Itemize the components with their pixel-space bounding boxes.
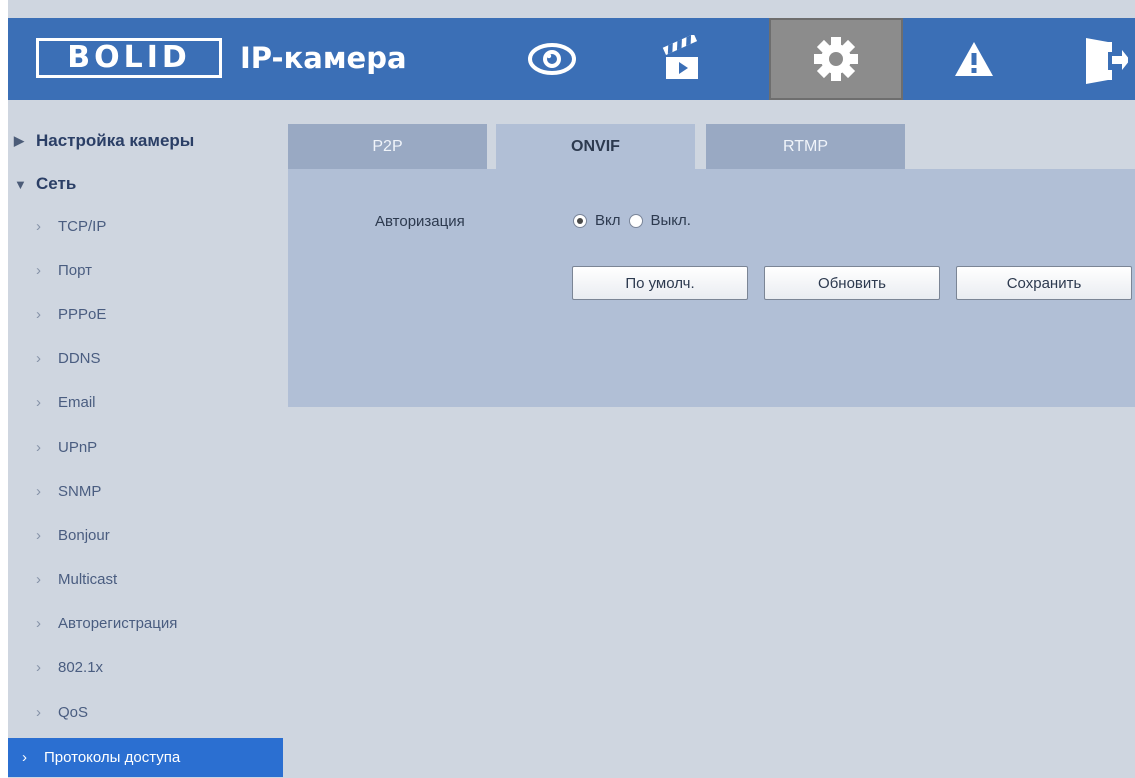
chevron-right-icon: › <box>36 571 41 589</box>
save-button[interactable]: Сохранить <box>956 266 1132 300</box>
sidebar-item-label: Авторегистрация <box>58 615 178 633</box>
app-frame: BOLID IP-камера ▶ Настройка камеры ▼ Сет… <box>8 0 1135 778</box>
gear-icon <box>814 37 858 81</box>
chevron-right-icon: › <box>22 749 27 767</box>
chevron-right-icon: › <box>36 305 41 323</box>
sidebar-item-qos[interactable]: › QoS <box>8 690 283 734</box>
tab-onvif[interactable]: ONVIF <box>496 124 695 169</box>
sidebar-group-camera-settings[interactable]: ▶ Настройка камеры <box>8 118 283 164</box>
collapsed-triangle-icon: ▶ <box>14 133 24 148</box>
nav-logout[interactable] <box>1078 18 1135 100</box>
sidebar-item-label: 802.1x <box>58 659 104 677</box>
chevron-right-icon: › <box>36 261 41 279</box>
chevron-right-icon: › <box>36 703 41 721</box>
chevron-right-icon: › <box>36 394 41 412</box>
eye-icon <box>528 43 576 75</box>
sidebar-item-tcpip[interactable]: › TCP/IP <box>8 204 283 248</box>
sidebar-group-label: Настройка камеры <box>36 131 195 150</box>
sidebar-item-8021x[interactable]: › 802.1x <box>8 646 283 690</box>
onvif-settings-panel: Авторизация Вкл Выкл. По умолч. Обновить… <box>288 169 1135 407</box>
sidebar-item-ddns[interactable]: › DDNS <box>8 337 283 381</box>
top-bar: BOLID IP-камера <box>8 0 1135 100</box>
radio-on[interactable] <box>573 213 587 228</box>
sidebar-item-label: Протоколы доступа <box>44 749 181 767</box>
sidebar-item-label: UPnP <box>58 438 98 456</box>
sidebar-item-label: Multicast <box>58 571 118 589</box>
authorization-label: Авторизация <box>375 213 465 230</box>
tab-rtmp[interactable]: RTMP <box>706 124 905 169</box>
sidebar-item-label: DDNS <box>58 350 101 368</box>
sidebar-group-label: Сеть <box>36 174 77 193</box>
chevron-right-icon: › <box>36 350 41 368</box>
sidebar-item-bonjour[interactable]: › Bonjour <box>8 513 283 557</box>
sidebar-item-label: QoS <box>58 703 89 721</box>
nav-playback[interactable] <box>638 18 726 100</box>
chevron-right-icon: › <box>36 526 41 544</box>
chevron-right-icon: › <box>36 217 41 235</box>
chevron-right-icon: › <box>36 482 41 500</box>
exit-door-icon <box>1086 38 1128 84</box>
sidebar-item-email[interactable]: › Email <box>8 381 283 425</box>
sidebar-item-snmp[interactable]: › SNMP <box>8 469 283 513</box>
clapperboard-icon <box>662 35 698 79</box>
sidebar-item-label: Порт <box>58 261 93 279</box>
nav-alarm[interactable] <box>930 18 1018 100</box>
refresh-button[interactable]: Обновить <box>764 266 940 300</box>
sidebar: ▶ Настройка камеры ▼ Сеть › TCP/IP › Пор… <box>8 118 283 778</box>
default-button[interactable]: По умолч. <box>572 266 748 300</box>
sidebar-item-multicast[interactable]: › Multicast <box>8 558 283 602</box>
logo-text: BOLID <box>39 41 219 75</box>
sidebar-item-label: Email <box>58 394 96 412</box>
sidebar-item-auto-registration[interactable]: › Авторегистрация <box>8 602 283 646</box>
radio-off-label[interactable]: Выкл. <box>651 212 691 229</box>
authorization-radio-group: Вкл Выкл. <box>573 212 699 229</box>
sidebar-item-label: Bonjour <box>58 526 110 544</box>
expanded-triangle-icon: ▼ <box>14 176 27 192</box>
sidebar-item-access-protocols[interactable]: › Протоколы доступа <box>8 738 283 778</box>
chevron-right-icon: › <box>36 659 41 677</box>
sidebar-item-label: SNMP <box>58 482 102 500</box>
chevron-right-icon: › <box>36 438 41 456</box>
nav-settings[interactable] <box>769 18 903 100</box>
product-title: IP-камера <box>240 41 407 75</box>
nav-live-view[interactable] <box>508 18 596 100</box>
sidebar-item-label: TCP/IP <box>58 217 107 235</box>
sidebar-item-pppoe[interactable]: › PPPoE <box>8 292 283 336</box>
bolid-logo: BOLID <box>36 38 222 78</box>
chevron-right-icon: › <box>36 615 41 633</box>
radio-on-label[interactable]: Вкл <box>595 212 621 229</box>
sidebar-item-port[interactable]: › Порт <box>8 248 283 292</box>
sidebar-item-label: PPPoE <box>58 305 107 323</box>
warning-icon <box>955 42 993 76</box>
sidebar-item-upnp[interactable]: › UPnP <box>8 425 283 469</box>
sidebar-group-network[interactable]: ▼ Сеть <box>8 164 283 204</box>
radio-selected-dot <box>577 217 583 224</box>
tab-p2p[interactable]: P2P <box>288 124 487 169</box>
radio-off[interactable] <box>628 213 643 228</box>
